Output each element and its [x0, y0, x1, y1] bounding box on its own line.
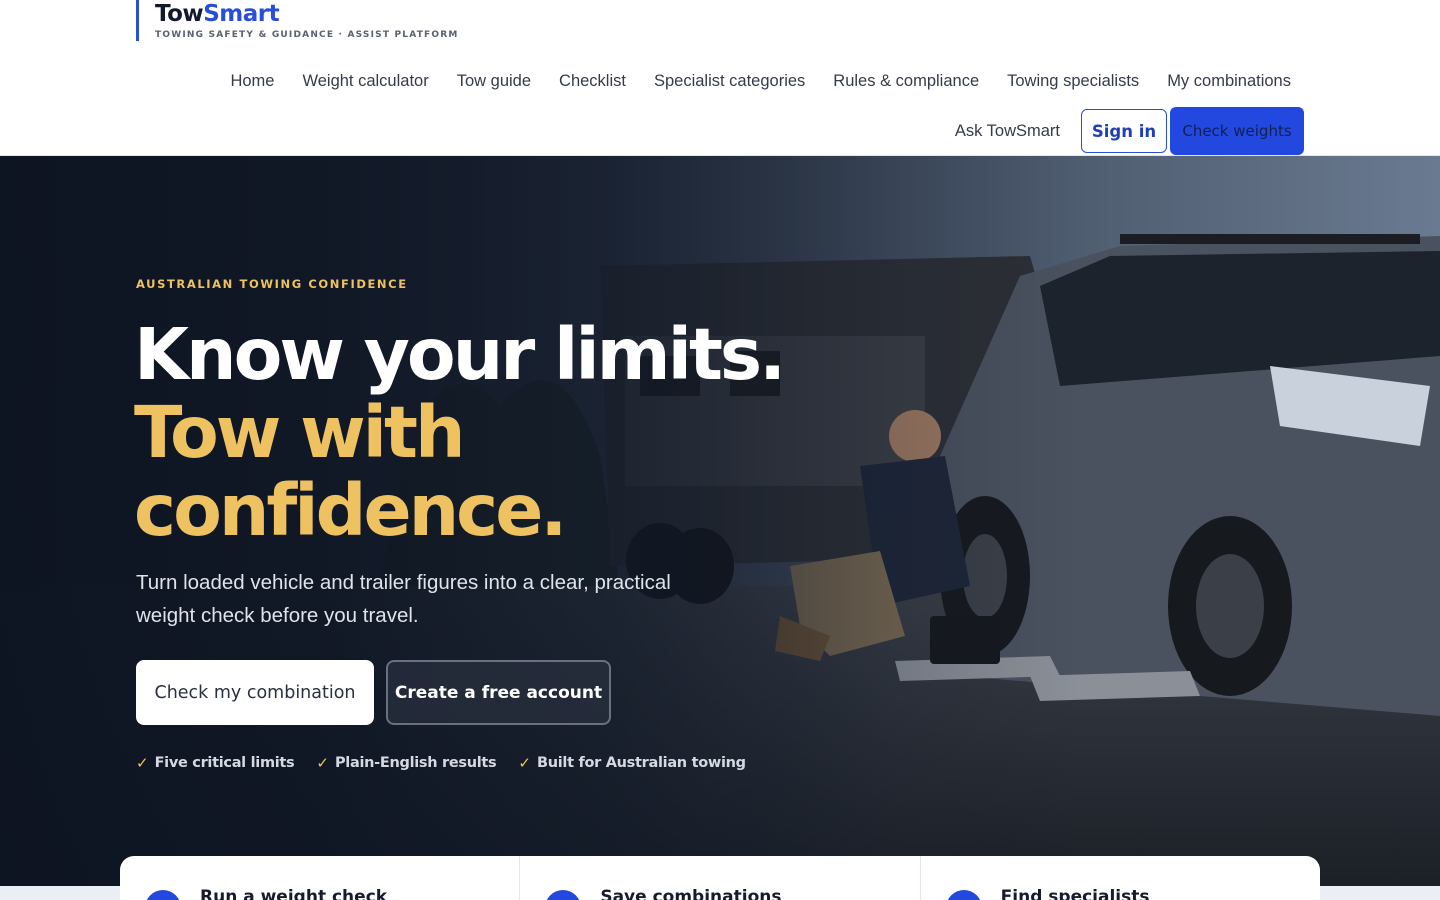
ask-towsmart-link[interactable]: Ask TowSmart [955, 122, 1060, 141]
brand-logo[interactable]: TowSmart TOWING SAFETY & GUIDANCE · ASSI… [136, 0, 459, 41]
hero-headline-line2: Tow with confidence. [134, 391, 567, 552]
feature-card-find-specialists[interactable]: Find specialists [921, 856, 1320, 900]
feature-title: Run a weight check [200, 887, 388, 900]
site-header: TowSmart TOWING SAFETY & GUIDANCE · ASSI… [0, 0, 1440, 156]
checkmark-icon: ✓ [136, 755, 149, 772]
brand-name-part1: Tow [155, 1, 204, 27]
feature-icon [945, 890, 982, 900]
feature-title: Save combinations [600, 887, 782, 900]
hero-subtitle: Turn loaded vehicle and trailer figures … [136, 571, 671, 627]
brand-name-part2: Smart [203, 1, 280, 27]
main-nav: Home Weight calculator Tow guide Checkli… [230, 68, 1291, 94]
nav-item-specialist-categories[interactable]: Specialist categories [654, 68, 805, 94]
hero-headline-line1: Know your limits. [134, 313, 786, 396]
nav-item-checklist[interactable]: Checklist [559, 68, 626, 94]
hero-section: AUSTRALIAN TOWING CONFIDENCE Know your l… [0, 156, 1440, 900]
sign-in-button[interactable]: Sign in [1081, 109, 1167, 153]
feature-title: Find specialists [1000, 887, 1150, 900]
brand-name: TowSmart [155, 0, 459, 28]
brand-tagline: TOWING SAFETY & GUIDANCE · ASSIST PLATFO… [155, 30, 459, 40]
nav-item-my-combinations[interactable]: My combinations [1167, 68, 1291, 94]
check-item: ✓ Built for Australian towing [518, 754, 746, 772]
hero-headline: Know your limits. Tow with confidence. [134, 316, 854, 550]
create-account-button[interactable]: Create a free account [386, 660, 611, 725]
check-label: Built for Australian towing [536, 755, 746, 771]
checkmark-icon: ✓ [518, 755, 531, 772]
feature-card-save-combinations[interactable]: Save combinations [520, 856, 921, 900]
feature-icon [545, 890, 582, 900]
nav-item-home[interactable]: Home [230, 68, 274, 94]
nav-item-rules-compliance[interactable]: Rules & compliance [833, 68, 979, 94]
feature-cards: Run a weight check Save combinations Fin… [120, 856, 1320, 900]
check-item: ✓ Plain-English results [316, 754, 496, 772]
check-weights-button[interactable]: Check weights [1170, 107, 1304, 155]
feature-icon [145, 890, 181, 900]
nav-item-towing-specialists[interactable]: Towing specialists [1007, 68, 1139, 94]
check-label: Plain-English results [334, 755, 497, 771]
check-label: Five critical limits [154, 755, 295, 771]
nav-item-tow-guide[interactable]: Tow guide [457, 68, 531, 94]
header-actions: Ask TowSmart Sign in Check weights [955, 107, 1304, 155]
hero-eyebrow: AUSTRALIAN TOWING CONFIDENCE [136, 277, 408, 291]
check-item: ✓ Five critical limits [136, 754, 295, 772]
hero-checks: ✓ Five critical limits ✓ Plain-English r… [136, 754, 746, 772]
check-my-combination-button[interactable]: Check my combination [136, 660, 374, 725]
checkmark-icon: ✓ [316, 755, 329, 772]
feature-card-weight-check[interactable]: Run a weight check [120, 856, 521, 900]
nav-item-weight-calculator[interactable]: Weight calculator [302, 68, 428, 94]
